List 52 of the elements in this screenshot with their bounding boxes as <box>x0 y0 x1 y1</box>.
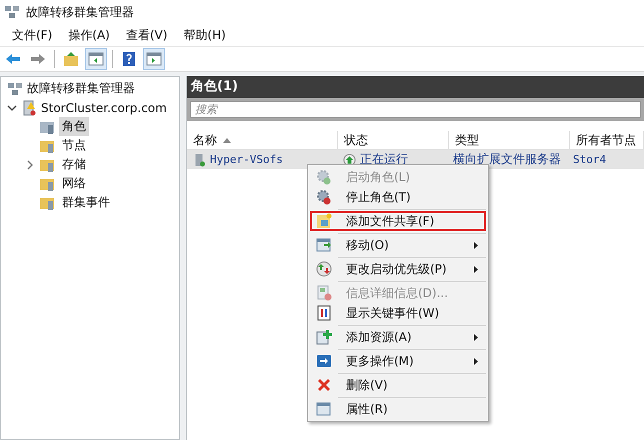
folder-icon <box>316 213 332 229</box>
tree-item[interactable]: 故障转移群集管理器 <box>27 80 135 97</box>
server-icon <box>193 152 206 166</box>
gear-icon <box>316 189 332 205</box>
tree-item[interactable]: 角色 <box>59 117 89 136</box>
menu-item[interactable]: 更多操作(M) <box>310 351 486 371</box>
window-icon <box>316 237 332 253</box>
cluster-icon <box>4 4 20 20</box>
tree-item[interactable]: 存储 <box>59 155 89 174</box>
document-icon <box>316 285 332 301</box>
menu-item[interactable]: 查看(V) <box>118 26 176 44</box>
plus-icon <box>316 329 332 345</box>
menu-item[interactable]: 属性(R) <box>310 399 486 419</box>
column-header[interactable]: 类型 <box>449 131 570 149</box>
close-icon <box>316 377 332 393</box>
panel-header: 角色(1) <box>187 76 644 98</box>
tree-item[interactable]: 群集事件 <box>59 193 113 212</box>
server-icon <box>21 100 37 116</box>
menu-item[interactable]: 帮助(H) <box>175 26 234 44</box>
gear-icon <box>316 169 332 185</box>
submenu-arrow-icon <box>474 266 478 272</box>
log-icon <box>316 305 332 321</box>
column-header[interactable]: 状态 <box>338 131 449 149</box>
submenu-arrow-icon <box>474 358 478 364</box>
column-header[interactable]: 所有者节点 <box>570 131 644 149</box>
window-icon <box>316 401 332 417</box>
circle-icon <box>316 261 332 277</box>
chevron-icon[interactable] <box>25 160 35 170</box>
submenu-arrow-icon <box>474 242 478 248</box>
menu-item[interactable]: 显示关键事件(W) <box>310 303 486 323</box>
menu-item[interactable]: 移动(O) <box>310 235 486 255</box>
chevron-icon[interactable] <box>7 102 17 112</box>
table-cell: Hyper-VSofs <box>210 153 283 166</box>
menu-item[interactable]: 添加文件共享(F) <box>310 211 486 231</box>
menu-item[interactable]: 删除(V) <box>310 375 486 395</box>
search-field[interactable]: 搜索 <box>190 101 641 118</box>
menu-item[interactable]: 文件(F) <box>4 26 60 44</box>
menu-item[interactable]: 停止角色(T) <box>310 187 486 207</box>
tree-item[interactable]: 节点 <box>59 136 89 155</box>
window-title: 故障转移群集管理器 <box>26 4 134 20</box>
cluster-icon <box>7 80 23 96</box>
tree-item[interactable]: StorCluster.corp.com <box>41 100 167 114</box>
menu-item[interactable]: 操作(A) <box>60 26 118 44</box>
submenu-arrow-icon <box>474 334 478 340</box>
menu-item[interactable]: 添加资源(A) <box>310 327 486 347</box>
tree-item[interactable]: 网络 <box>59 174 89 193</box>
table-cell: Stor4 <box>573 153 606 166</box>
column-header[interactable]: 名称 <box>187 131 338 149</box>
pane-icon[interactable] <box>143 48 165 70</box>
table-cell: 横向扩展文件服务器 <box>453 151 561 168</box>
pane-icon[interactable] <box>85 48 107 70</box>
menu-item[interactable]: 更改启动优先级(P) <box>310 259 486 279</box>
